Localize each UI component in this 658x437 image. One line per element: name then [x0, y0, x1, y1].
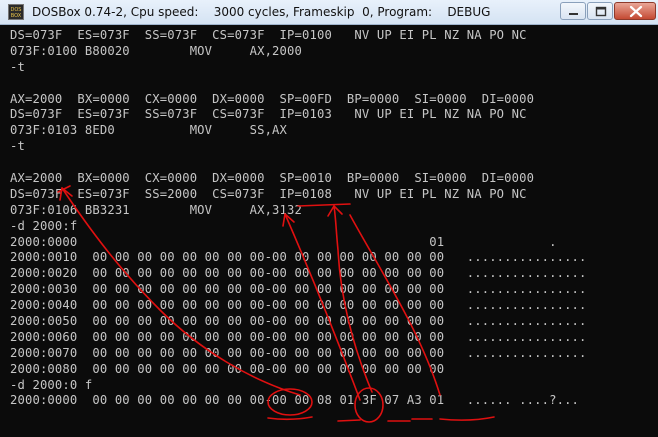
- maximize-button[interactable]: [587, 2, 613, 20]
- console-line: DS=073F ES=073F SS=073F CS=073F IP=0103 …: [10, 107, 527, 122]
- console-line: DS=073F ES=073F SS=2000 CS=073F IP=0108 …: [10, 186, 527, 201]
- console-line: 2000:0020 00 00 00 00 00 00 00 00-00 00 …: [10, 266, 587, 281]
- title-bar[interactable]: DOS BOX DOSBox 0.74-2, Cpu speed: 3000 c…: [0, 0, 658, 25]
- console-line: 2000:0060 00 00 00 00 00 00 00 00-00 00 …: [10, 329, 587, 344]
- minimize-button[interactable]: [560, 2, 586, 20]
- console-line: 073F:0106 BB3231 MOV AX,3132: [10, 202, 303, 217]
- console-output[interactable]: DS=073F ES=073F SS=073F CS=073F IP=0100 …: [10, 28, 650, 434]
- console-line: 2000:0000 01 .: [10, 234, 557, 249]
- console-line: 2000:0040 00 00 00 00 00 00 00 00-00 00 …: [10, 298, 587, 313]
- console-line: DS=073F ES=073F SS=073F CS=073F IP=0100 …: [10, 28, 527, 42]
- close-button[interactable]: [614, 2, 656, 20]
- console-line: 073F:0103 8ED0 MOV SS,AX: [10, 123, 288, 138]
- console-line: 2000:0050 00 00 00 00 00 00 00 00-00 00 …: [10, 314, 587, 329]
- window-title: DOSBox 0.74-2, Cpu speed: 3000 cycles, F…: [32, 5, 491, 19]
- console-line: 2000:0080 00 00 00 00 00 00 00 00-00 00 …: [10, 361, 445, 376]
- console-line: AX=2000 BX=0000 CX=0000 DX=0000 SP=00FD …: [10, 91, 535, 106]
- console-line: 073F:0100 B80020 MOV AX,2000: [10, 43, 303, 58]
- dosbox-app-icon[interactable]: DOS BOX: [8, 4, 24, 20]
- console-line: 2000:0070 00 00 00 00 00 00 00 00-00 00 …: [10, 345, 587, 360]
- console-line: 2000:0010 00 00 00 00 00 00 00 00-00 00 …: [10, 250, 587, 265]
- minimize-icon: [569, 13, 578, 15]
- maximize-icon: [595, 6, 607, 17]
- close-icon: [629, 5, 643, 18]
- dosbox-window: DOS BOX DOSBox 0.74-2, Cpu speed: 3000 c…: [0, 0, 658, 437]
- console-line: -d 2000:0 f: [10, 377, 93, 392]
- svg-text:BOX: BOX: [11, 13, 22, 19]
- console-line: -t: [10, 59, 25, 74]
- console-line: AX=2000 BX=0000 CX=0000 DX=0000 SP=0010 …: [10, 171, 535, 186]
- console-line: -d 2000:f: [10, 218, 78, 233]
- console-line: -t: [10, 139, 25, 154]
- console-line: 2000:0000 00 00 00 00 00 00 00 00-00 00 …: [10, 393, 580, 408]
- console-line: 2000:0030 00 00 00 00 00 00 00 00-00 00 …: [10, 282, 587, 297]
